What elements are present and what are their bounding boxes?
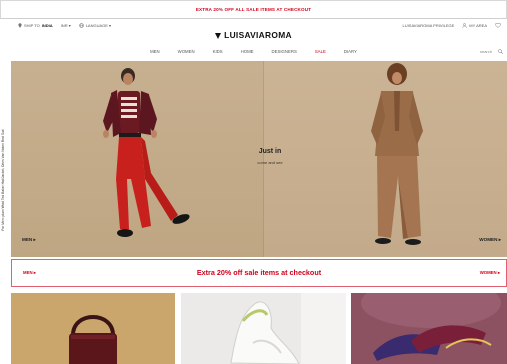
nav-item-women[interactable]: WOMEN — [178, 49, 195, 54]
nav-item-sale[interactable]: SALE — [315, 49, 326, 54]
search-label[interactable]: search — [480, 49, 492, 54]
nav-item-home[interactable]: HOME — [241, 49, 254, 54]
sale-women-link[interactable]: WOMEN ▸ — [480, 270, 500, 276]
hero-women-panel[interactable] — [263, 61, 507, 257]
product-tile-sneakers[interactable] — [181, 293, 346, 364]
search-icon[interactable] — [498, 48, 503, 54]
sneakers-product-image — [181, 293, 346, 364]
nav-item-kids[interactable]: KIDS — [213, 49, 223, 54]
brand-logo[interactable]: LUISAVIAROMA — [0, 28, 507, 42]
promo-bar[interactable]: EXTRA 20% OFF ALL SALE ITEMS AT CHECKOUT — [0, 0, 507, 19]
hero-men-panel[interactable] — [11, 61, 263, 257]
brand-name: LUISAVIAROMA — [224, 30, 292, 40]
hero-subtitle[interactable]: come and see — [225, 160, 315, 165]
hero-women-link[interactable]: WOMEN ▸ — [479, 237, 501, 243]
men-model-image — [103, 68, 190, 237]
hero-side-caption: For Men: plum Wool Ted Baker Hat/Jacket,… — [0, 100, 5, 260]
bag-product-image — [11, 293, 175, 364]
women-model-image — [371, 63, 423, 245]
hero-men-link[interactable]: MEN ▸ — [22, 237, 36, 243]
hero-side-caption-text: For Men: plum Wool Ted Baker Hat/Jacket,… — [1, 129, 5, 231]
nav-item-designers[interactable]: DESIGNERS — [272, 49, 297, 54]
shoes-product-image — [351, 293, 507, 364]
product-tile-shoes[interactable] — [351, 293, 507, 364]
nav-tools: search — [480, 45, 503, 57]
nav-item-diary[interactable]: DIARY — [344, 49, 357, 54]
nav-item-men[interactable]: MEN — [150, 49, 160, 54]
hero-banner[interactable]: Just in come and see MEN ▸ WOMEN ▸ — [11, 61, 507, 257]
main-nav: MEN WOMEN KIDS HOME DESIGNERS SALE DIARY — [0, 45, 507, 57]
sale-banner-text[interactable]: Extra 20% off sale items at checkout — [12, 268, 506, 277]
promo-text[interactable]: EXTRA 20% OFF ALL SALE ITEMS AT CHECKOUT — [196, 7, 311, 12]
hero-divider — [263, 61, 264, 257]
logo-triangle-icon — [215, 32, 222, 39]
hero-title[interactable]: Just in — [225, 148, 315, 155]
sale-banner[interactable]: MEN ▸ Extra 20% off sale items at checko… — [11, 259, 507, 287]
product-tile-bag[interactable] — [11, 293, 175, 364]
